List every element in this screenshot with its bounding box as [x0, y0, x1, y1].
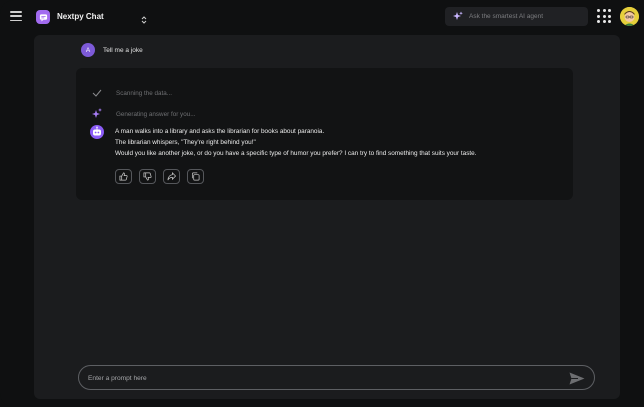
answer-line: Would you like another joke, or do you h… — [115, 150, 477, 157]
chat-bubble-icon — [36, 10, 50, 24]
thumbs-up-icon — [119, 168, 128, 186]
sparkle-icon — [453, 8, 463, 26]
answer-actions — [115, 169, 204, 184]
send-button[interactable] — [569, 372, 585, 385]
copy-icon — [191, 168, 200, 186]
user-message: A Tell me a joke — [81, 43, 143, 57]
grid-dots-icon[interactable] — [597, 9, 611, 23]
sparkle-icon — [92, 105, 102, 123]
answer-text: A man walks into a library and asks the … — [115, 126, 477, 159]
step-generating: Generating answer for you... — [92, 105, 195, 123]
step-label: Generating answer for you... — [116, 110, 196, 118]
check-icon — [92, 84, 102, 102]
user-message-text: Tell me a joke — [103, 46, 143, 54]
chevron-updown-icon[interactable] — [140, 12, 148, 24]
user-initial-avatar: A — [81, 43, 95, 57]
like-button[interactable] — [115, 169, 132, 184]
dislike-button[interactable] — [139, 169, 156, 184]
step-label: Scanning the data... — [116, 89, 173, 97]
agent-search-input[interactable]: Ask the smartest AI agent — [445, 7, 588, 26]
step-scanning: Scanning the data... — [92, 84, 172, 102]
app-title: Nextpy Chat — [57, 12, 104, 21]
chat-panel: A Tell me a joke Scanning the data... Ge… — [34, 35, 620, 399]
send-icon — [569, 372, 585, 389]
hamburger-icon[interactable] — [10, 11, 22, 22]
prompt-input[interactable] — [88, 370, 558, 386]
top-bar: Nextpy Chat Ask the smartest AI agent — [0, 0, 644, 34]
agent-search-placeholder: Ask the smartest AI agent — [469, 13, 544, 20]
copy-button[interactable] — [187, 169, 204, 184]
robot-icon — [90, 125, 104, 139]
share-button[interactable] — [163, 169, 180, 184]
app-window: Nextpy Chat Ask the smartest AI agent A … — [0, 0, 644, 407]
thumbs-down-icon — [143, 168, 152, 186]
user-avatar-icon[interactable] — [620, 7, 639, 26]
answer-card: Scanning the data... Generating answer f… — [76, 68, 573, 200]
answer-line: The librarian whispers, "They're right b… — [115, 139, 256, 146]
share-icon — [167, 168, 177, 186]
prompt-bar — [78, 365, 595, 390]
answer-line: A man walks into a library and asks the … — [115, 128, 325, 135]
